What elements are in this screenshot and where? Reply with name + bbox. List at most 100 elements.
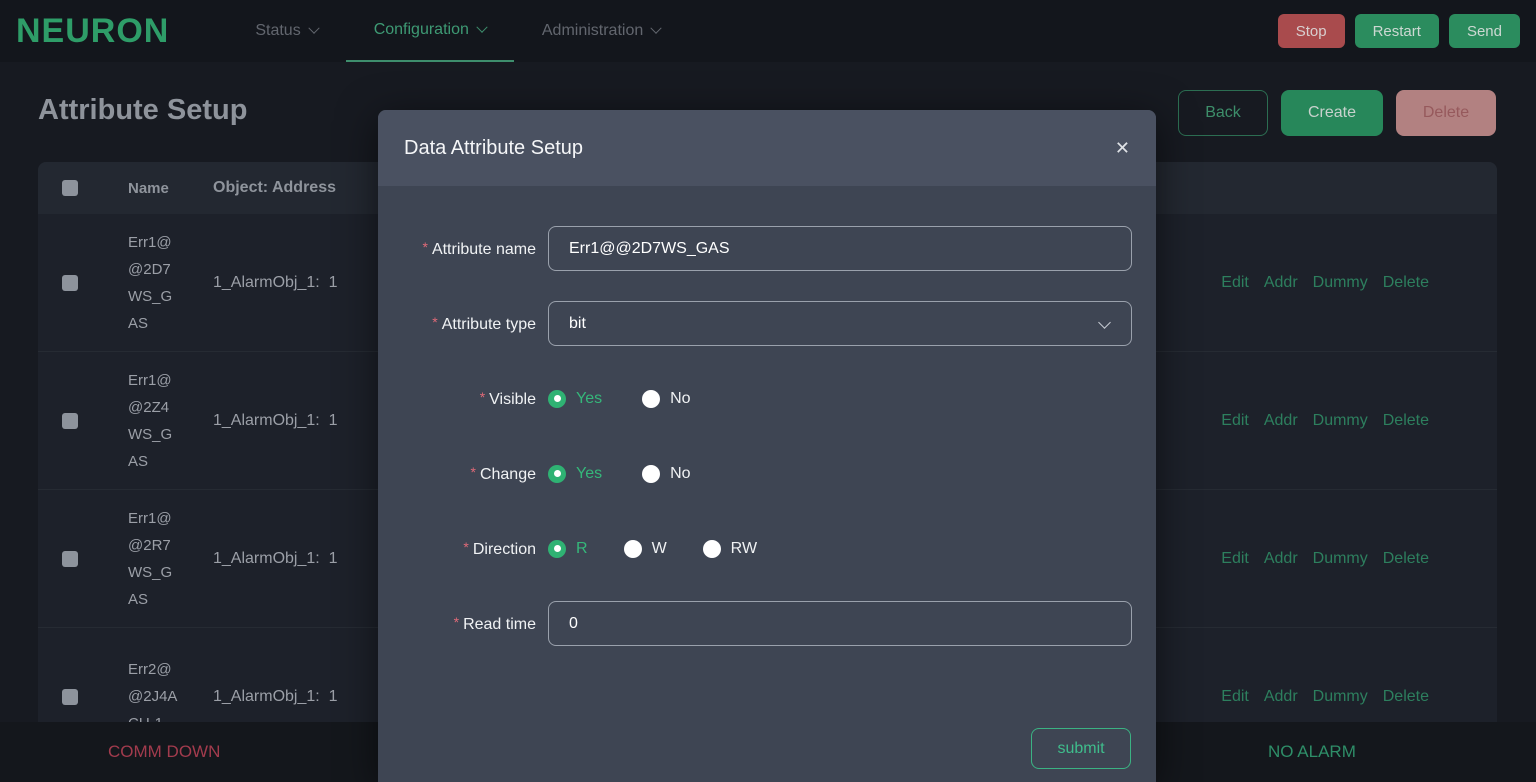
radio-label: Yes: [576, 390, 602, 408]
visible-yes-radio[interactable]: Yes: [548, 390, 602, 408]
navbar-actions: Stop Restart Send: [1278, 14, 1520, 48]
delete-button[interactable]: Delete: [1396, 90, 1496, 136]
required-asterisk: *: [480, 389, 485, 405]
direction-r-radio[interactable]: R: [548, 540, 588, 558]
selected-value: bit: [569, 315, 586, 333]
nav-item-status[interactable]: Status: [227, 0, 345, 62]
required-asterisk: *: [454, 614, 459, 630]
form-control: bit: [548, 301, 1132, 346]
dummy-link[interactable]: Dummy: [1313, 412, 1368, 430]
delete-link[interactable]: Delete: [1383, 412, 1429, 430]
comm-status: COMM DOWN: [108, 742, 220, 762]
row-checkbox[interactable]: [62, 689, 78, 705]
row-object-address: 1_AlarmObj_1: 1: [213, 550, 338, 568]
row-object-address: 1_AlarmObj_1: 1: [213, 412, 338, 430]
radio-icon: [642, 390, 660, 408]
send-button[interactable]: Send: [1449, 14, 1520, 48]
back-button[interactable]: Back: [1178, 90, 1268, 136]
row-checkbox[interactable]: [62, 551, 78, 567]
create-button[interactable]: Create: [1281, 90, 1383, 136]
label-text: Read time: [463, 616, 536, 633]
change-no-radio[interactable]: No: [642, 465, 690, 483]
nav-item-administration[interactable]: Administration: [514, 0, 688, 62]
edit-link[interactable]: Edit: [1221, 412, 1249, 430]
visible-row: *Visible Yes No: [378, 376, 1156, 421]
dummy-link[interactable]: Dummy: [1313, 550, 1368, 568]
label-text: Visible: [489, 391, 536, 408]
nav-item-label: Configuration: [374, 21, 469, 39]
read-time-input[interactable]: [548, 601, 1132, 646]
form-control: Yes No: [548, 376, 1132, 421]
change-row: *Change Yes No: [378, 451, 1156, 496]
edit-link[interactable]: Edit: [1221, 550, 1249, 568]
addr-link[interactable]: Addr: [1264, 550, 1298, 568]
change-yes-radio[interactable]: Yes: [548, 465, 602, 483]
read-time-label: *Read time: [378, 614, 536, 634]
restart-button[interactable]: Restart: [1355, 14, 1439, 48]
alarm-status: NO ALARM: [1268, 742, 1356, 762]
radio-icon: [548, 540, 566, 558]
dummy-link[interactable]: Dummy: [1313, 274, 1368, 292]
data-attribute-setup-modal: Data Attribute Setup ✕ *Attribute name *…: [378, 110, 1156, 782]
attribute-name-row: *Attribute name: [378, 226, 1156, 271]
row-checkbox[interactable]: [62, 275, 78, 291]
modal-body: *Attribute name *Attribute type bit: [378, 186, 1156, 646]
attribute-type-label: *Attribute type: [378, 314, 536, 334]
row-actions: Edit Addr Dummy Delete: [1221, 274, 1429, 292]
nav-item-label: Administration: [542, 22, 643, 40]
radio-label: R: [576, 540, 588, 558]
delete-link[interactable]: Delete: [1383, 550, 1429, 568]
select-all-checkbox[interactable]: [62, 180, 78, 196]
row-actions: Edit Addr Dummy Delete: [1221, 412, 1429, 430]
nav-menu: Status Configuration Administration: [227, 0, 688, 62]
direction-w-radio[interactable]: W: [624, 540, 667, 558]
modal-title: Data Attribute Setup: [404, 137, 583, 160]
addr-link[interactable]: Addr: [1264, 688, 1298, 706]
page-actions: Back Create Delete: [1178, 90, 1496, 136]
chevron-down-icon: [651, 23, 662, 34]
visible-no-radio[interactable]: No: [642, 390, 690, 408]
close-icon[interactable]: ✕: [1115, 138, 1130, 159]
row-actions: Edit Addr Dummy Delete: [1221, 550, 1429, 568]
nav-item-label: Status: [255, 22, 300, 40]
page-title: Attribute Setup: [38, 94, 247, 127]
stop-button[interactable]: Stop: [1278, 14, 1345, 48]
edit-link[interactable]: Edit: [1221, 274, 1249, 292]
attribute-name-input[interactable]: [548, 226, 1132, 271]
navbar: NEURON Status Configuration Administrati…: [0, 0, 1536, 62]
row-actions: Edit Addr Dummy Delete: [1221, 688, 1429, 706]
chevron-down-icon: [308, 23, 319, 34]
radio-icon: [548, 390, 566, 408]
direction-label: *Direction: [378, 539, 536, 559]
visible-radio-group: Yes No: [548, 390, 691, 408]
nav-item-configuration[interactable]: Configuration: [346, 0, 514, 62]
required-asterisk: *: [422, 239, 427, 255]
attribute-type-select[interactable]: bit: [548, 301, 1132, 346]
row-name: Err1@@2D7WS_GAS: [128, 229, 180, 337]
delete-link[interactable]: Delete: [1383, 274, 1429, 292]
direction-rw-radio[interactable]: RW: [703, 540, 757, 558]
form-control: [548, 226, 1132, 271]
submit-button[interactable]: submit: [1031, 728, 1131, 769]
radio-label: No: [670, 465, 690, 483]
radio-label: Yes: [576, 465, 602, 483]
logo: NEURON: [16, 12, 169, 51]
radio-label: RW: [731, 540, 757, 558]
modal-header: Data Attribute Setup ✕: [378, 110, 1156, 186]
addr-link[interactable]: Addr: [1264, 274, 1298, 292]
required-asterisk: *: [471, 464, 476, 480]
change-label: *Change: [378, 464, 536, 484]
chevron-down-icon: [476, 22, 487, 33]
edit-link[interactable]: Edit: [1221, 688, 1249, 706]
dummy-link[interactable]: Dummy: [1313, 688, 1368, 706]
radio-icon: [548, 465, 566, 483]
direction-radio-group: R W RW: [548, 540, 757, 558]
attribute-name-label: *Attribute name: [378, 239, 536, 259]
chevron-down-icon: [1098, 316, 1111, 329]
label-text: Direction: [473, 541, 536, 558]
row-object-address: 1_AlarmObj_1: 1: [213, 274, 338, 292]
row-checkbox[interactable]: [62, 413, 78, 429]
addr-link[interactable]: Addr: [1264, 412, 1298, 430]
label-text: Attribute type: [442, 316, 536, 333]
delete-link[interactable]: Delete: [1383, 688, 1429, 706]
